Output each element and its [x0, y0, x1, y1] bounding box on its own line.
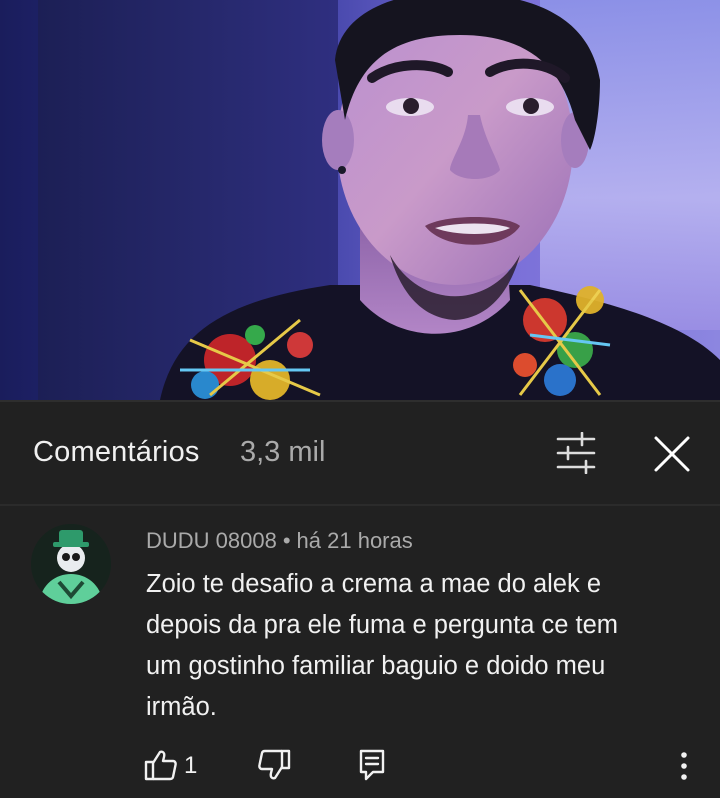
close-icon: [654, 436, 690, 472]
video-player[interactable]: [0, 0, 720, 400]
video-frame-person: [160, 0, 720, 400]
thumbs-down-icon: [258, 749, 291, 780]
more-options-button[interactable]: [672, 748, 696, 784]
sort-filter-button[interactable]: [552, 432, 600, 474]
comment-actions: 1: [0, 742, 720, 792]
reply-comment-icon: [359, 749, 385, 781]
close-comments-button[interactable]: [650, 432, 694, 476]
comment-line: Zoio te desafio a crema a mae do alek e: [146, 570, 602, 598]
comment-meta: DUDU 08008 • há 21 horas: [146, 528, 413, 554]
meta-separator: •: [282, 528, 291, 553]
comment-line: irmão.: [146, 693, 217, 721]
like-count: 1: [184, 752, 198, 779]
comments-title: Comentários: [33, 436, 200, 468]
comment-time: há 21 horas: [296, 528, 413, 553]
vertical-dots-icon: [681, 752, 687, 780]
avatar-image: [31, 524, 111, 604]
comment-item: DUDU 08008 • há 21 horas Zoio te desafio a…: [0, 506, 720, 798]
comments-header: Comentários 3,3 mil: [0, 400, 720, 506]
dislike-button[interactable]: [257, 748, 291, 782]
thumbs-up-icon: [144, 750, 177, 781]
avatar[interactable]: [31, 524, 111, 604]
reply-button[interactable]: [357, 748, 387, 782]
like-button[interactable]: [144, 748, 178, 782]
comment-line: um gostinho familiar baguio e doido meu: [146, 652, 606, 680]
comment-author[interactable]: DUDU 08008: [146, 528, 277, 553]
comment-line: depois da pra ele fuma e pergunta ce tem: [146, 611, 619, 639]
comments-count: 3,3 mil: [240, 436, 326, 468]
sliders-icon: [556, 432, 596, 474]
comment-text: Zoio te desafio a crema a mae do alek e …: [146, 564, 686, 728]
